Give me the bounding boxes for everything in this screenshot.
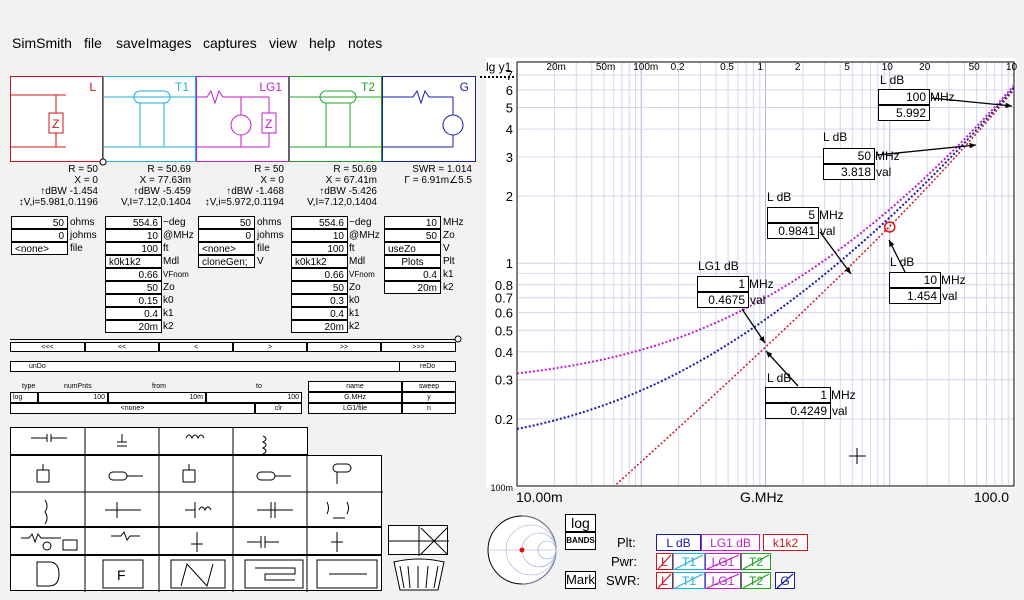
x-tick-label: 20m [546,62,565,73]
marker-freq-field[interactable]: 1 [697,276,749,292]
marker-value-unit: val [820,224,836,238]
smith-chart-icon[interactable] [484,512,560,588]
swr-toggle-g[interactable]: G [775,572,795,589]
y-tick-label: 3 [506,150,513,165]
swr-label: SWR: [606,573,640,588]
plt-label: Plt: [617,535,636,550]
marker-title: L dB [880,73,905,87]
swr-toggle-t2[interactable]: T2 [741,572,771,589]
marker-value: 5.992 [878,105,930,121]
marker-value: 0.4249 [765,403,831,419]
x-tick-label: 20 [919,62,931,73]
x-label-end: 100.0 [974,489,1010,505]
marker-value: 0.9841 [767,223,819,239]
swr-toggle-lg1[interactable]: LG1 [705,572,741,589]
y-tick-label: 0.6 [495,306,513,321]
x-tick-label: 50 [969,62,981,73]
pwr-toggle-l[interactable]: L [656,553,673,570]
x-tick-label: 50m [596,62,615,73]
marker-unit: MHz [819,208,844,222]
x-tick-label: 100m [633,62,658,73]
x-tick-label: 1 [758,62,764,73]
marker-value-unit: val [750,293,766,307]
x-tick-label: 5 [844,62,850,73]
marker-title: L dB [890,255,915,269]
y-tick-label: 100m [490,483,513,493]
y-tick-label: 0.7 [495,291,513,306]
marker-title: L dB [823,130,848,144]
log-button[interactable]: log [565,514,596,532]
marker-freq-field[interactable]: 1 [765,387,831,403]
marker-value: 3.818 [823,164,875,180]
k1k2-curve [615,89,1015,485]
plot-chart[interactable]: 20m 50m 100m 0.2 0.5 1 2 5 10 20 50 1076543210.80.7… [0,0,1024,600]
marker-title: L dB [767,190,792,204]
swr-toggle-l[interactable]: L [656,572,673,589]
marker-unit: MHz [875,149,900,163]
x-label-axis: G.MHz [740,489,784,505]
y-tick-label: 2 [506,189,513,204]
plot-toggle-l[interactable]: L dB [656,534,701,551]
y-tick-label: 4 [506,122,513,137]
marker-value: 0.4675 [697,292,749,308]
pwr-label: Pwr: [611,554,637,569]
y-tick-label: 0.4 [495,345,513,360]
plot-toggle-k1k2[interactable]: k1k2 [763,534,808,551]
marker-freq-field[interactable]: 100 [878,89,930,105]
pwr-toggle-lg1[interactable]: LG1 [705,553,741,570]
bands-button[interactable]: BANDS [565,532,596,550]
marker-unit: MHz [941,273,966,287]
mark-button[interactable]: Mark [565,571,596,589]
x-tick-label: 2 [795,62,801,73]
x-tick-label: 10 [882,62,894,73]
y-tick-label: 0.3 [495,373,513,388]
marker-title: L dB [767,371,792,385]
marker-value: 1.454 [889,288,941,304]
x-label-start: 10.00m [516,489,563,505]
marker-freq-field[interactable]: 5 [767,207,819,223]
y-tick-label: 0.2 [495,412,513,427]
y-tick-label: 5 [506,100,513,115]
plot-toggle-lg1[interactable]: LG1 dB [701,534,760,551]
marker-value-unit: val [832,404,848,418]
y-tick-label: 0.5 [495,323,513,338]
y-tick-label: 1 [506,256,513,271]
marker-freq-field[interactable]: 10 [889,272,941,288]
marker-value-unit: val [876,165,892,179]
x-tick-label: 10 [1006,62,1018,73]
marker-title: LG1 dB [698,259,739,273]
x-tick-label: 0.2 [671,62,685,73]
y-tick-label: 6 [506,83,513,98]
marker-value-unit: val [942,289,958,303]
marker-unit: MHz [930,90,955,104]
pwr-toggle-t2[interactable]: T2 [741,553,771,570]
swr-toggle-t1[interactable]: T1 [673,572,705,589]
x-tick-label: 0.5 [720,62,734,73]
pwr-toggle-t1[interactable]: T1 [673,553,705,570]
marker-unit: MHz [749,277,774,291]
marker-unit: MHz [831,388,856,402]
chart-y-title: lg y1 [486,60,512,74]
marker-freq-field[interactable]: 50 [823,148,875,164]
